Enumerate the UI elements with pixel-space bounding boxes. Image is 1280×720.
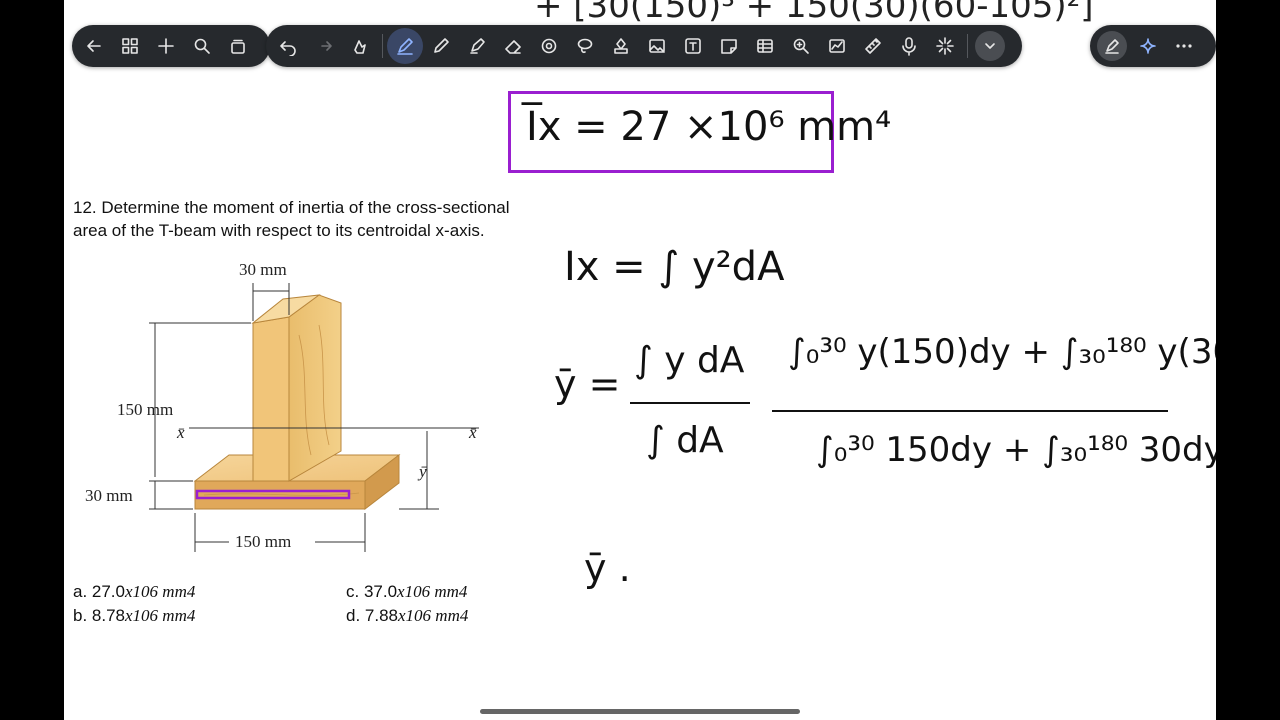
home-indicator[interactable] [480, 709, 800, 714]
choice-b-unit: x106 mm4 [125, 606, 196, 625]
ai-toolbar [1090, 25, 1216, 67]
ai-pen-icon[interactable] [1094, 28, 1130, 64]
choice-a: a. 27.0x106 mm4 [73, 582, 195, 602]
shape-icon[interactable] [531, 28, 567, 64]
highlighter-icon[interactable] [459, 28, 495, 64]
chevron-down-icon[interactable] [972, 28, 1008, 64]
dim-150-label: 150 mm [117, 400, 173, 419]
cutoff-handwriting: + [30(150)³ + 150(30)(60-105)²] [534, 0, 1094, 26]
pen-icon[interactable] [387, 28, 423, 64]
choice-c-unit: x106 mm4 [397, 582, 468, 601]
dim-bottom-label: 150 mm [235, 532, 291, 551]
more-icon[interactable] [1166, 28, 1202, 64]
pencil-icon[interactable] [423, 28, 459, 64]
chart-icon[interactable] [819, 28, 855, 64]
axis-right-label: x̄ [468, 423, 477, 442]
big-denominator: ∫₀³⁰ 150dy + ∫₃₀¹⁸⁰ 30dy [816, 430, 1216, 470]
big-numerator: ∫₀³⁰ y(150)dy + ∫₃₀¹⁸⁰ y(30)dy [788, 332, 1216, 372]
ybar-again: ȳ . [584, 546, 631, 590]
ybar-label-hand: ȳ = [554, 362, 621, 406]
layers-icon[interactable] [220, 28, 256, 64]
note-page[interactable]: + [30(150)³ + 150(30)(60-105)²] I̅x = 27… [64, 0, 1216, 720]
choice-b-value: b. 8.78 [73, 606, 125, 625]
choice-a-value: a. 27.0 [73, 582, 125, 601]
back-arrow-icon[interactable] [76, 28, 112, 64]
search-icon[interactable] [184, 28, 220, 64]
fraction-bar-small [630, 402, 750, 404]
tools-toolbar [266, 25, 1022, 67]
choice-c: c. 37.0x106 mm4 [346, 582, 467, 602]
eraser-icon[interactable] [495, 28, 531, 64]
fraction-bar-large [772, 410, 1168, 412]
choice-d: d. 7.88x106 mm4 [346, 606, 468, 626]
choice-d-value: d. 7.88 [346, 606, 398, 625]
result-text: I̅x = 27 ×10⁶ mm⁴ [526, 104, 892, 150]
toolbar-separator [382, 34, 383, 58]
stamp-icon[interactable] [603, 28, 639, 64]
ybar-label: ȳ [417, 462, 427, 481]
choice-b: b. 8.78x106 mm4 [73, 606, 195, 626]
text-box-icon[interactable] [675, 28, 711, 64]
undo-icon[interactable] [270, 28, 306, 64]
web-front-face [252, 316, 290, 482]
web-side-face [288, 294, 342, 482]
choice-c-value: c. 37.0 [346, 582, 398, 601]
ybar-numerator: ∫ y dA [634, 340, 745, 381]
sparkle-icon[interactable] [1130, 28, 1166, 64]
ybar-denominator: ∫ dA [646, 420, 724, 461]
dim-top-label: 30 mm [239, 260, 287, 279]
redo-icon[interactable] [306, 28, 342, 64]
choice-d-unit: x106 mm4 [398, 606, 469, 625]
sticky-note-icon[interactable] [711, 28, 747, 64]
plus-icon[interactable] [148, 28, 184, 64]
lasso-icon[interactable] [567, 28, 603, 64]
t-beam-figure: 30 mm 150 mm x̄ x̄ ȳ 30 mm 150 mm [85, 260, 479, 552]
ruler-icon[interactable] [855, 28, 891, 64]
grid-icon[interactable] [112, 28, 148, 64]
zoom-icon[interactable] [783, 28, 819, 64]
image-icon[interactable] [639, 28, 675, 64]
axis-left-label: x̄ [176, 423, 185, 442]
choice-a-unit: x106 mm4 [125, 582, 196, 601]
mic-icon[interactable] [891, 28, 927, 64]
laser-pointer-icon[interactable] [927, 28, 963, 64]
dim-30-label: 30 mm [85, 486, 133, 505]
lasso-hand-icon[interactable] [342, 28, 378, 64]
toolbar-separator [967, 34, 968, 58]
ix-formula: Ix = ∫ y²dA [564, 244, 785, 290]
table-icon[interactable] [747, 28, 783, 64]
problem-statement: 12. Determine the moment of inertia of t… [73, 198, 510, 240]
nav-toolbar [72, 25, 270, 67]
